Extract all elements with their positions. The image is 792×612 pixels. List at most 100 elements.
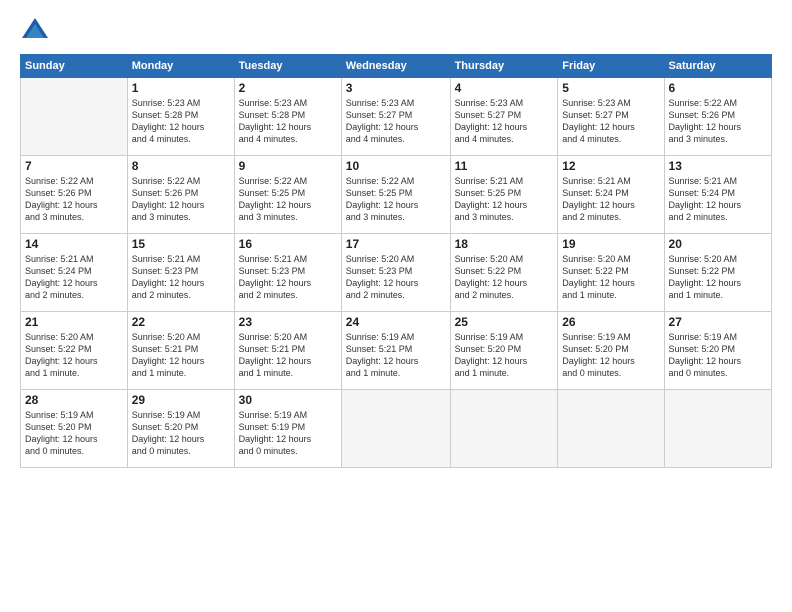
- week-row-2: 7 Sunrise: 5:22 AM Sunset: 5:26 PM Daylig…: [21, 156, 772, 234]
- day-info: Sunrise: 5:20 AM Sunset: 5:21 PM Dayligh…: [132, 331, 230, 380]
- header-day-monday: Monday: [127, 55, 234, 78]
- week-row-5: 28 Sunrise: 5:19 AM Sunset: 5:20 PM Dayli…: [21, 390, 772, 468]
- day-number: 21: [25, 315, 123, 329]
- calendar-cell: 30 Sunrise: 5:19 AM Sunset: 5:19 PM Dayli…: [234, 390, 341, 468]
- day-number: 23: [239, 315, 337, 329]
- calendar-cell: [21, 78, 128, 156]
- week-row-1: 1 Sunrise: 5:23 AM Sunset: 5:28 PM Daylig…: [21, 78, 772, 156]
- calendar-cell: 18 Sunrise: 5:20 AM Sunset: 5:22 PM Dayli…: [450, 234, 558, 312]
- day-info: Sunrise: 5:20 AM Sunset: 5:22 PM Dayligh…: [669, 253, 767, 302]
- day-info: Sunrise: 5:21 AM Sunset: 5:24 PM Dayligh…: [25, 253, 123, 302]
- header: [20, 16, 772, 46]
- day-info: Sunrise: 5:20 AM Sunset: 5:22 PM Dayligh…: [562, 253, 659, 302]
- calendar-cell: 29Sunrise: 5:19 AM Sunset: 5:20 PM Dayli…: [127, 390, 234, 468]
- calendar-cell: [450, 390, 558, 468]
- calendar: SundayMondayTuesdayWednesdayThursdayFrid…: [20, 54, 772, 468]
- header-day-wednesday: Wednesday: [341, 55, 450, 78]
- day-info: Sunrise: 5:19 AM Sunset: 5:20 PM Dayligh…: [455, 331, 554, 380]
- day-info: Sunrise: 5:21 AM Sunset: 5:24 PM Dayligh…: [562, 175, 659, 224]
- day-number: 16: [239, 237, 337, 251]
- day-info: Sunrise: 5:21 AM Sunset: 5:23 PM Dayligh…: [239, 253, 337, 302]
- day-info: Sunrise: 5:23 AM Sunset: 5:27 PM Dayligh…: [346, 97, 446, 146]
- calendar-cell: 11Sunrise: 5:21 AM Sunset: 5:25 PM Dayli…: [450, 156, 558, 234]
- calendar-cell: 23 Sunrise: 5:20 AM Sunset: 5:21 PM Dayli…: [234, 312, 341, 390]
- header-row: SundayMondayTuesdayWednesdayThursdayFrid…: [21, 55, 772, 78]
- calendar-cell: 4 Sunrise: 5:23 AM Sunset: 5:27 PM Daylig…: [450, 78, 558, 156]
- week-row-3: 14 Sunrise: 5:21 AM Sunset: 5:24 PM Dayli…: [21, 234, 772, 312]
- calendar-cell: 5Sunrise: 5:23 AM Sunset: 5:27 PM Daylig…: [558, 78, 664, 156]
- day-number: 30: [239, 393, 337, 407]
- day-number: 20: [669, 237, 767, 251]
- day-number: 7: [25, 159, 123, 173]
- day-number: 29: [132, 393, 230, 407]
- calendar-cell: 28 Sunrise: 5:19 AM Sunset: 5:20 PM Dayli…: [21, 390, 128, 468]
- calendar-cell: 14 Sunrise: 5:21 AM Sunset: 5:24 PM Dayli…: [21, 234, 128, 312]
- calendar-cell: 24Sunrise: 5:19 AM Sunset: 5:21 PM Dayli…: [341, 312, 450, 390]
- calendar-cell: 25 Sunrise: 5:19 AM Sunset: 5:20 PM Dayli…: [450, 312, 558, 390]
- calendar-cell: 17 Sunrise: 5:20 AM Sunset: 5:23 PM Dayli…: [341, 234, 450, 312]
- day-number: 19: [562, 237, 659, 251]
- calendar-cell: 19 Sunrise: 5:20 AM Sunset: 5:22 PM Dayli…: [558, 234, 664, 312]
- calendar-cell: 6Sunrise: 5:22 AM Sunset: 5:26 PM Daylig…: [664, 78, 771, 156]
- day-number: 28: [25, 393, 123, 407]
- day-info: Sunrise: 5:19 AM Sunset: 5:20 PM Dayligh…: [25, 409, 123, 458]
- day-number: 17: [346, 237, 446, 251]
- day-info: Sunrise: 5:22 AM Sunset: 5:25 PM Dayligh…: [239, 175, 337, 224]
- day-info: Sunrise: 5:20 AM Sunset: 5:22 PM Dayligh…: [455, 253, 554, 302]
- calendar-cell: 22 Sunrise: 5:20 AM Sunset: 5:21 PM Dayli…: [127, 312, 234, 390]
- day-info: Sunrise: 5:22 AM Sunset: 5:25 PM Dayligh…: [346, 175, 446, 224]
- day-info: Sunrise: 5:20 AM Sunset: 5:21 PM Dayligh…: [239, 331, 337, 380]
- calendar-cell: [664, 390, 771, 468]
- calendar-cell: 12 Sunrise: 5:21 AM Sunset: 5:24 PM Dayli…: [558, 156, 664, 234]
- day-info: Sunrise: 5:23 AM Sunset: 5:28 PM Dayligh…: [132, 97, 230, 146]
- calendar-cell: 16 Sunrise: 5:21 AM Sunset: 5:23 PM Dayli…: [234, 234, 341, 312]
- day-info: Sunrise: 5:21 AM Sunset: 5:24 PM Dayligh…: [669, 175, 767, 224]
- day-info: Sunrise: 5:19 AM Sunset: 5:21 PM Dayligh…: [346, 331, 446, 380]
- day-number: 8: [132, 159, 230, 173]
- day-info: Sunrise: 5:22 AM Sunset: 5:26 PM Dayligh…: [132, 175, 230, 224]
- header-day-saturday: Saturday: [664, 55, 771, 78]
- day-number: 6: [669, 81, 767, 95]
- calendar-cell: 7Sunrise: 5:22 AM Sunset: 5:26 PM Daylig…: [21, 156, 128, 234]
- calendar-cell: 27Sunrise: 5:19 AM Sunset: 5:20 PM Dayli…: [664, 312, 771, 390]
- day-number: 25: [455, 315, 554, 329]
- calendar-body: 1 Sunrise: 5:23 AM Sunset: 5:28 PM Daylig…: [21, 78, 772, 468]
- day-number: 4: [455, 81, 554, 95]
- calendar-cell: 21 Sunrise: 5:20 AM Sunset: 5:22 PM Dayli…: [21, 312, 128, 390]
- week-row-4: 21 Sunrise: 5:20 AM Sunset: 5:22 PM Dayli…: [21, 312, 772, 390]
- day-number: 12: [562, 159, 659, 173]
- page: SundayMondayTuesdayWednesdayThursdayFrid…: [0, 0, 792, 612]
- day-number: 15: [132, 237, 230, 251]
- calendar-cell: 13 Sunrise: 5:21 AM Sunset: 5:24 PM Dayli…: [664, 156, 771, 234]
- day-number: 26: [562, 315, 659, 329]
- day-number: 2: [239, 81, 337, 95]
- day-number: 11: [455, 159, 554, 173]
- day-info: Sunrise: 5:20 AM Sunset: 5:23 PM Dayligh…: [346, 253, 446, 302]
- day-info: Sunrise: 5:23 AM Sunset: 5:28 PM Dayligh…: [239, 97, 337, 146]
- calendar-cell: [558, 390, 664, 468]
- day-number: 18: [455, 237, 554, 251]
- day-info: Sunrise: 5:19 AM Sunset: 5:20 PM Dayligh…: [669, 331, 767, 380]
- logo-icon: [20, 16, 50, 46]
- day-info: Sunrise: 5:19 AM Sunset: 5:19 PM Dayligh…: [239, 409, 337, 458]
- calendar-cell: 10 Sunrise: 5:22 AM Sunset: 5:25 PM Dayli…: [341, 156, 450, 234]
- calendar-cell: 9Sunrise: 5:22 AM Sunset: 5:25 PM Daylig…: [234, 156, 341, 234]
- calendar-cell: 2 Sunrise: 5:23 AM Sunset: 5:28 PM Daylig…: [234, 78, 341, 156]
- day-number: 13: [669, 159, 767, 173]
- day-number: 5: [562, 81, 659, 95]
- day-number: 10: [346, 159, 446, 173]
- day-info: Sunrise: 5:21 AM Sunset: 5:23 PM Dayligh…: [132, 253, 230, 302]
- calendar-cell: 3 Sunrise: 5:23 AM Sunset: 5:27 PM Daylig…: [341, 78, 450, 156]
- calendar-cell: [341, 390, 450, 468]
- calendar-cell: 8 Sunrise: 5:22 AM Sunset: 5:26 PM Daylig…: [127, 156, 234, 234]
- day-info: Sunrise: 5:23 AM Sunset: 5:27 PM Dayligh…: [455, 97, 554, 146]
- day-number: 14: [25, 237, 123, 251]
- header-day-friday: Friday: [558, 55, 664, 78]
- calendar-header: SundayMondayTuesdayWednesdayThursdayFrid…: [21, 55, 772, 78]
- day-number: 22: [132, 315, 230, 329]
- day-number: 1: [132, 81, 230, 95]
- header-day-thursday: Thursday: [450, 55, 558, 78]
- logo: [20, 16, 54, 46]
- day-info: Sunrise: 5:20 AM Sunset: 5:22 PM Dayligh…: [25, 331, 123, 380]
- day-number: 3: [346, 81, 446, 95]
